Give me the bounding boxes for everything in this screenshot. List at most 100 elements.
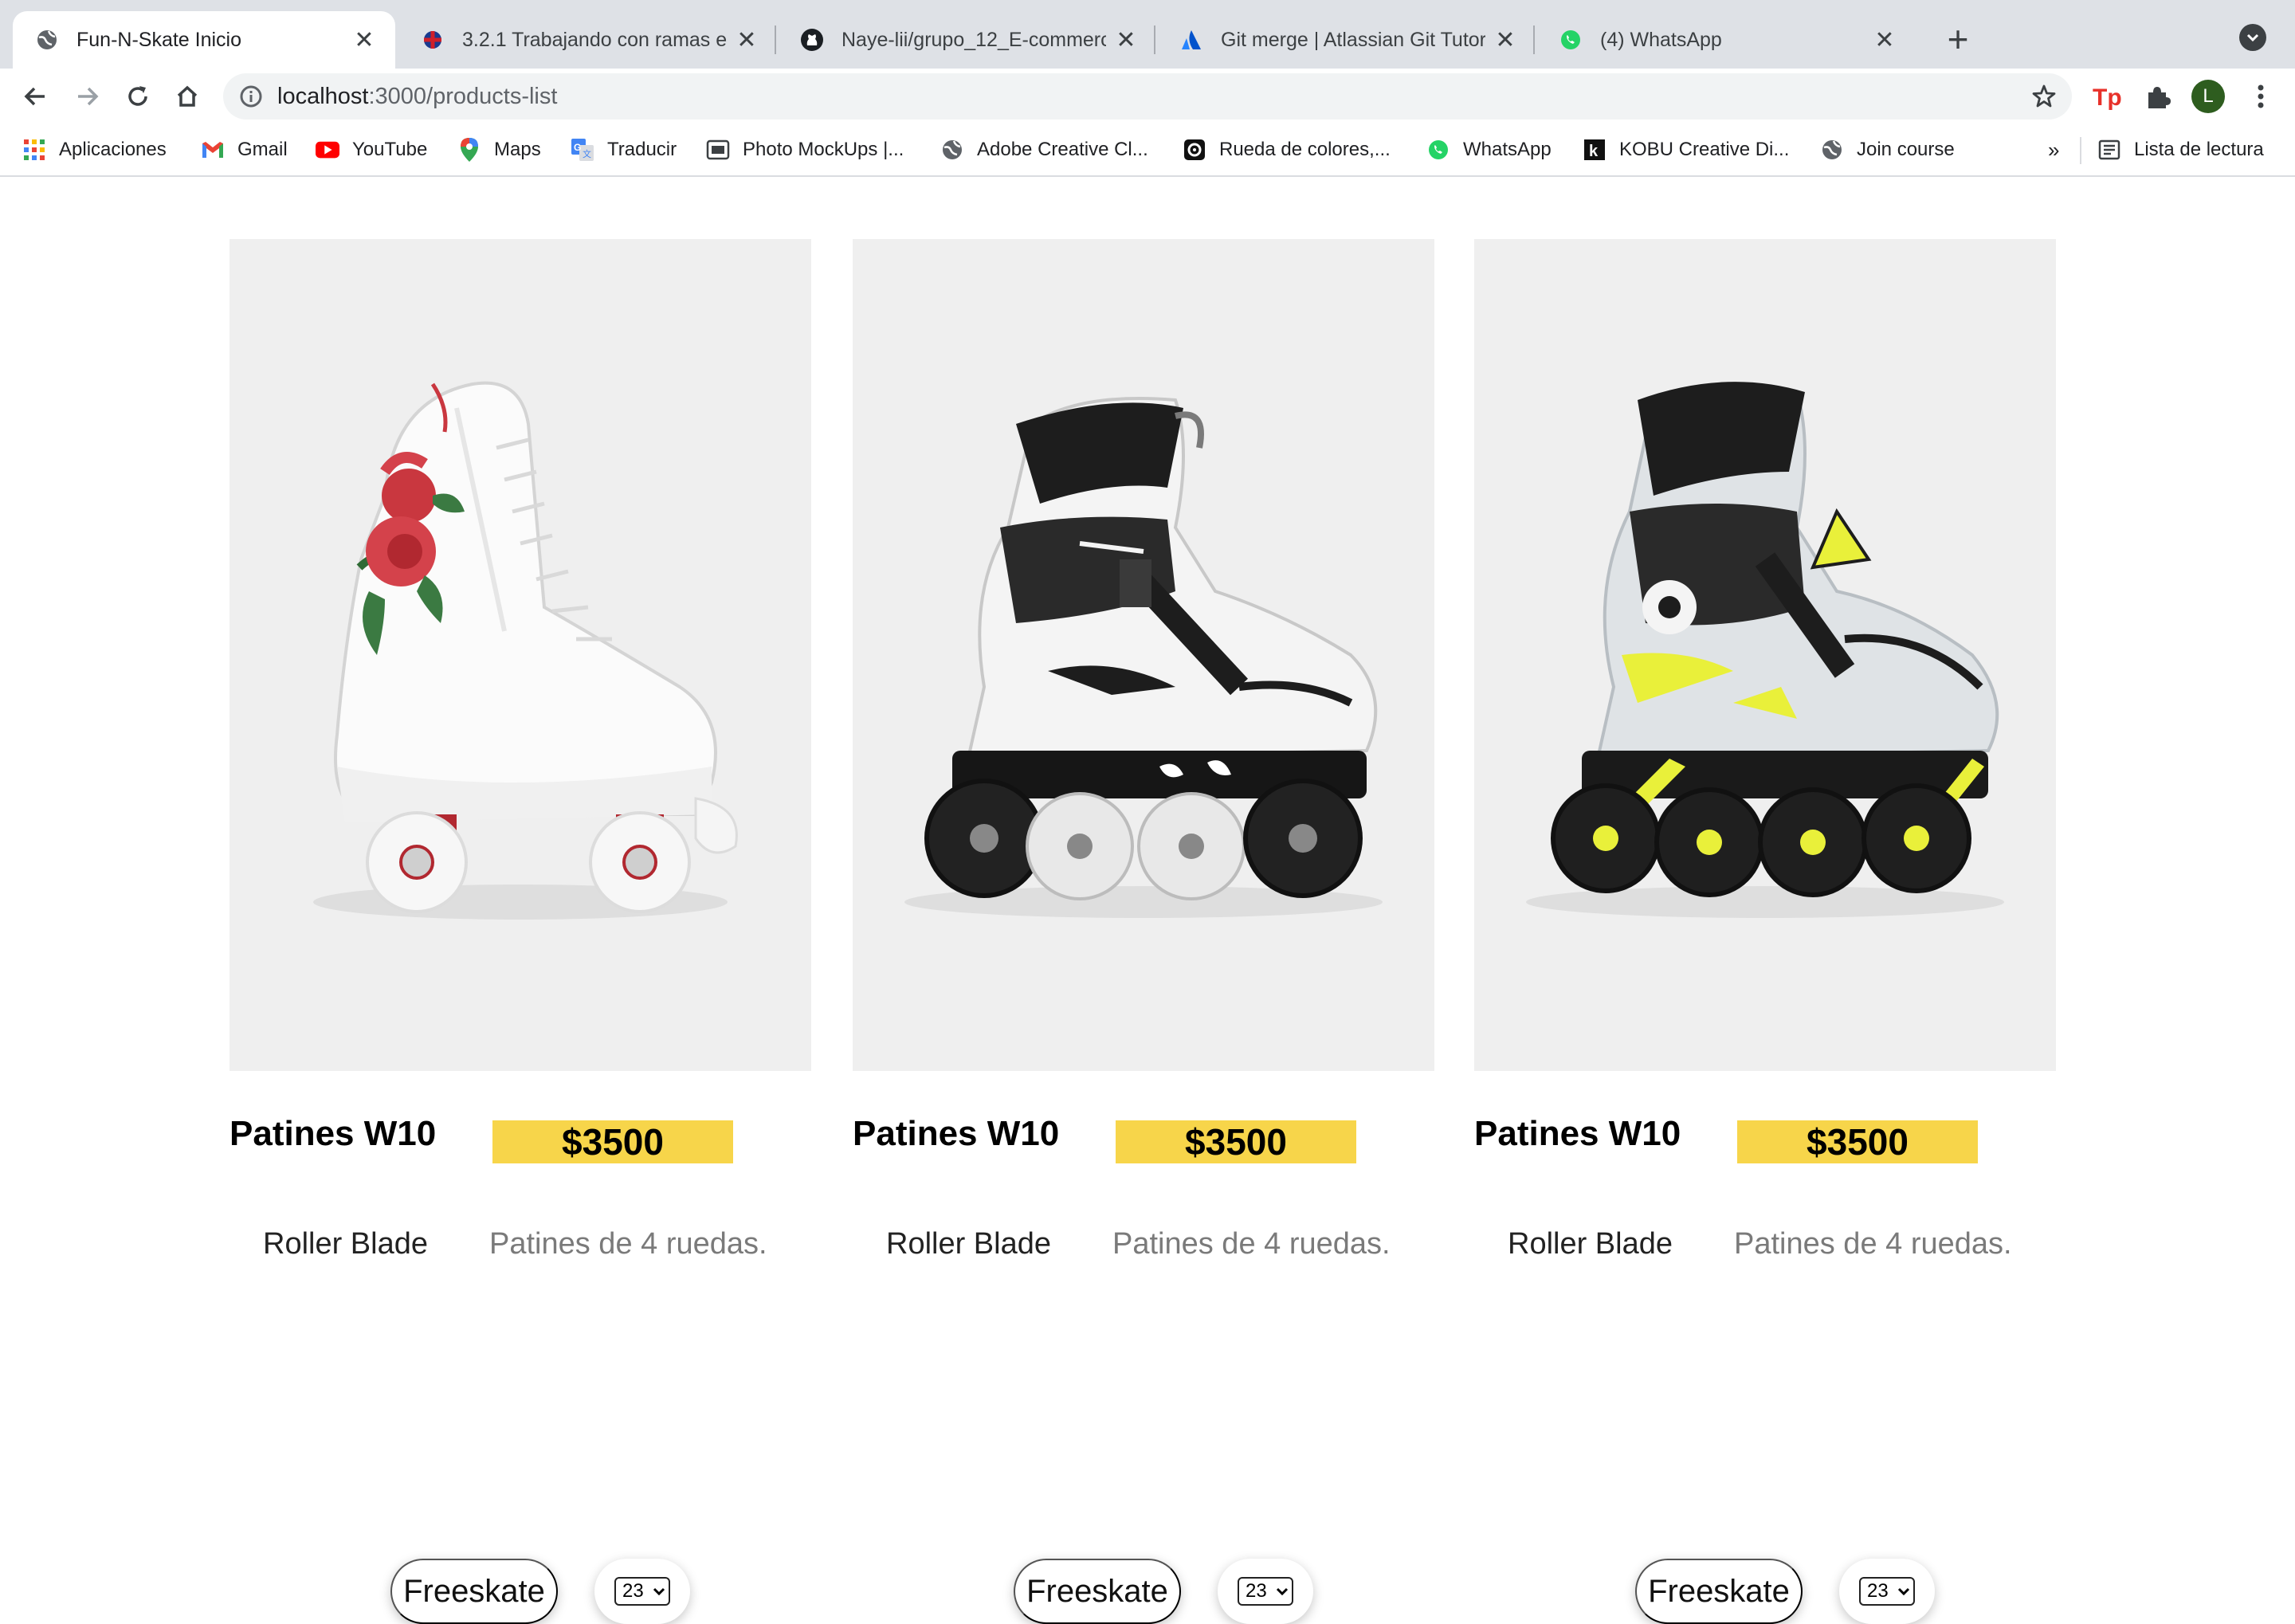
category-button[interactable]: Freeskate (390, 1559, 558, 1624)
bookmark-label: KOBU Creative Di... (1619, 139, 1790, 160)
url-text: localhost:3000/products-list (277, 84, 557, 110)
bookmarks-bar: Aplicaciones Gmail YouTube Maps G文 Tradu… (0, 124, 2295, 177)
whatsapp-icon (1559, 28, 1583, 52)
svg-text:Tp: Tp (2093, 84, 2121, 110)
product-image[interactable] (853, 239, 1434, 1071)
gmail-icon (201, 138, 225, 162)
kobu-icon: k (1583, 138, 1606, 162)
product-description: Patines de 4 ruedas. (1734, 1227, 2012, 1261)
kebab-menu-icon[interactable] (2244, 80, 2277, 113)
product-brand: Roller Blade (263, 1227, 428, 1261)
whatsapp-icon (1426, 138, 1450, 162)
product-name: Patines W10 (230, 1114, 437, 1153)
bookmark-rueda-colores[interactable]: Rueda de colores,... (1183, 135, 1391, 164)
bookmark-label: Maps (494, 139, 541, 160)
product-brand: Roller Blade (1508, 1227, 1673, 1261)
profile-avatar[interactable]: L (2191, 80, 2225, 113)
bookmark-star-icon[interactable] (2030, 83, 2058, 110)
site-info-icon[interactable] (239, 84, 263, 108)
globe-icon (35, 28, 59, 52)
translate-icon: G文 (571, 138, 594, 162)
product-name: Patines W10 (1474, 1114, 1681, 1153)
product-image[interactable] (230, 239, 811, 1071)
bookmark-youtube[interactable]: YouTube (316, 135, 427, 164)
chevron-down-icon (1897, 1587, 1910, 1596)
back-icon[interactable] (16, 76, 56, 116)
globe-icon (940, 138, 964, 162)
tab-title: Git merge | Atlassian Git Tutorial (1221, 28, 1485, 51)
tab-github[interactable]: Naye-lii/grupo_12_E-commerce ✕ (778, 11, 1157, 69)
product-price: $3500 (1737, 1120, 1978, 1163)
product-actions: Freeskate 23 (230, 1297, 811, 1624)
color-wheel-icon (1183, 138, 1206, 162)
close-tab-icon[interactable]: ✕ (1493, 27, 1517, 53)
svg-text:文: 文 (583, 148, 591, 159)
product-brand: Roller Blade (886, 1227, 1051, 1261)
bookmark-label: WhatsApp (1463, 139, 1552, 160)
close-tab-icon[interactable]: ✕ (1114, 27, 1138, 53)
size-pill: 23 (594, 1559, 690, 1624)
bookmark-photo-mockups[interactable]: Photo MockUps |... (706, 135, 904, 164)
reading-list-button[interactable]: Lista de lectura (2097, 135, 2264, 164)
product-image[interactable] (1474, 239, 2056, 1071)
tab-whatsapp[interactable]: (4) WhatsApp ✕ (1536, 11, 1916, 69)
globe-icon (1820, 138, 1844, 162)
tab-search-icon[interactable] (2239, 24, 2266, 51)
size-value: 23 (1246, 1580, 1267, 1602)
more-bookmarks-button[interactable]: » (2048, 135, 2059, 164)
size-select[interactable]: 23 (1238, 1577, 1293, 1606)
bookmark-label: Join course (1857, 139, 1955, 160)
close-tab-icon[interactable]: ✕ (352, 27, 376, 53)
svg-text:k: k (1589, 143, 1599, 160)
bookmark-label: Adobe Creative Cl... (977, 139, 1148, 160)
url-host: localhost (277, 84, 369, 109)
bookmark-traducir[interactable]: G文 Traducir (571, 135, 677, 164)
product-price: $3500 (492, 1120, 733, 1163)
size-select[interactable]: 23 (614, 1577, 670, 1606)
tab-ramas[interactable]: 3.2.1 Trabajando con ramas en ✕ (398, 11, 778, 69)
bookmark-whatsapp[interactable]: WhatsApp (1426, 135, 1552, 164)
inline-skate-black-yellow-image (1526, 382, 2004, 918)
reload-icon[interactable] (118, 76, 158, 116)
bookmark-kobu[interactable]: k KOBU Creative Di... (1583, 135, 1789, 164)
tab-separator (775, 25, 776, 54)
extension-tp-icon[interactable]: Tp (2089, 80, 2123, 113)
extensions-puzzle-icon[interactable] (2140, 80, 2174, 113)
github-icon (800, 28, 824, 52)
product-actions: Freeskate 23 (853, 1297, 1434, 1624)
atlassian-icon (1179, 28, 1203, 52)
tab-atlassian[interactable]: Git merge | Atlassian Git Tutorial ✕ (1157, 11, 1536, 69)
size-select[interactable]: 23 (1859, 1577, 1915, 1606)
bookmark-divider (2080, 137, 2081, 164)
forward-icon[interactable] (67, 76, 107, 116)
browser-toolbar: localhost:3000/products-list Tp L (0, 69, 2295, 124)
inline-skate-black-white-image (904, 397, 1383, 918)
tab-separator (1154, 25, 1155, 54)
tab-title: 3.2.1 Trabajando con ramas en (462, 28, 727, 51)
chevron-down-icon (1276, 1587, 1289, 1596)
chevron-down-icon (653, 1587, 665, 1596)
category-button[interactable]: Freeskate (1014, 1559, 1181, 1624)
address-bar[interactable]: localhost:3000/products-list (223, 73, 2072, 120)
close-tab-icon[interactable]: ✕ (735, 27, 759, 53)
bookmark-gmail[interactable]: Gmail (201, 135, 288, 164)
bookmark-label: YouTube (352, 139, 428, 160)
product-description: Patines de 4 ruedas. (489, 1227, 767, 1261)
category-button[interactable]: Freeskate (1635, 1559, 1803, 1624)
bookmark-join-course[interactable]: Join course (1820, 135, 1955, 164)
bookmark-label: Gmail (237, 139, 288, 160)
reading-list-icon (2097, 138, 2121, 162)
size-value: 23 (622, 1580, 644, 1602)
new-tab-button[interactable]: + (1938, 18, 1978, 60)
home-icon[interactable] (167, 76, 207, 116)
bookmark-adobe[interactable]: Adobe Creative Cl... (940, 135, 1148, 164)
bookmark-label: Photo MockUps |... (743, 139, 904, 160)
close-tab-icon[interactable]: ✕ (1873, 27, 1897, 53)
bookmark-maps[interactable]: Maps (457, 135, 541, 164)
bookmark-apps[interactable]: Aplicaciones (22, 135, 167, 164)
maps-pin-icon (457, 138, 481, 162)
bookmark-label: Rueda de colores,... (1219, 139, 1391, 160)
product-actions: Freeskate 23 (1474, 1297, 2056, 1624)
tab-fun-n-skate[interactable]: Fun-N-Skate Inicio ✕ (13, 11, 395, 69)
tab-title: Naye-lii/grupo_12_E-commerce (842, 28, 1106, 51)
